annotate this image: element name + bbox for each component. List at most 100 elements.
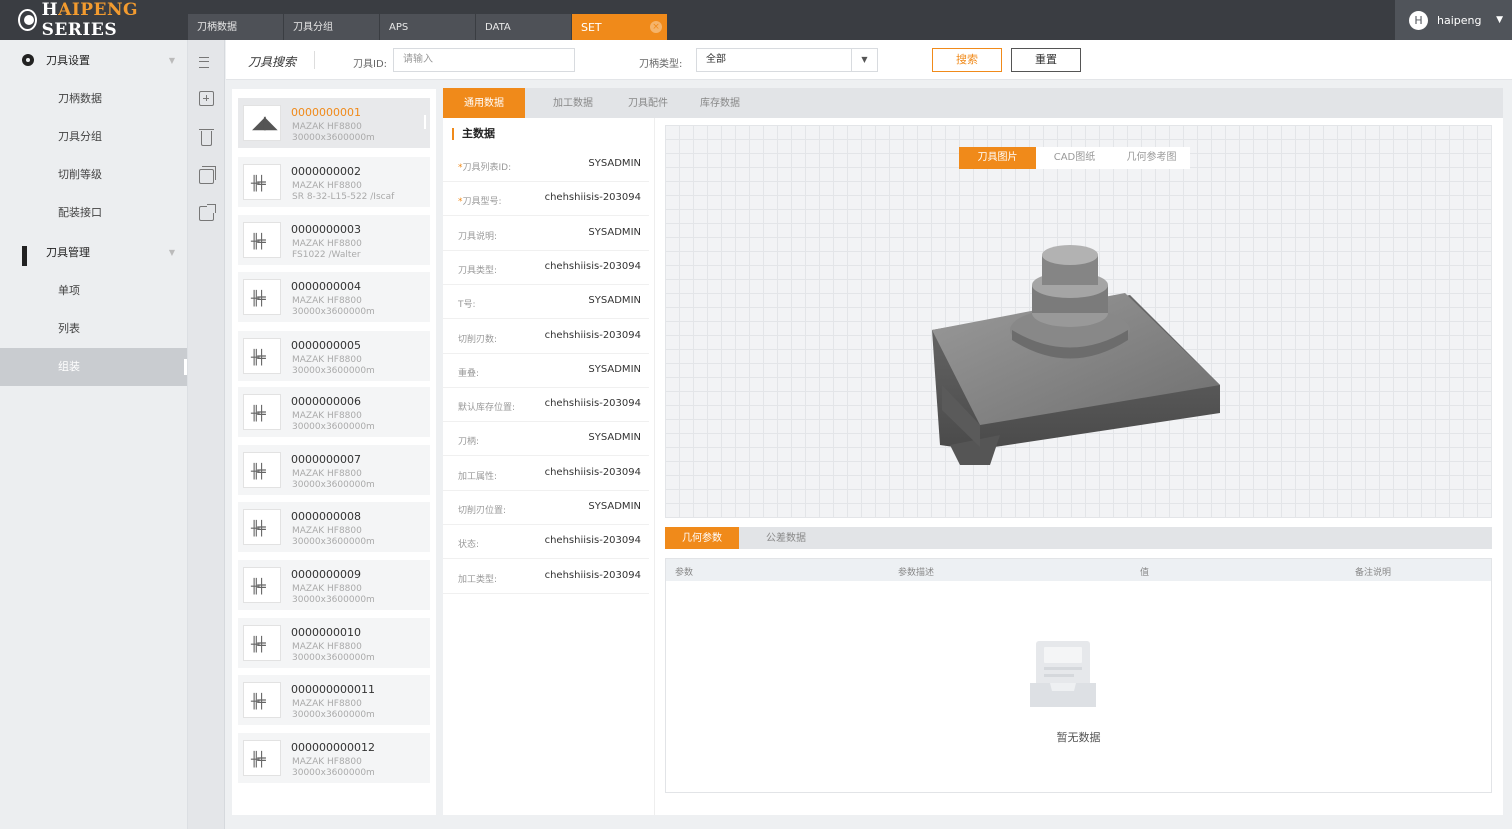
module-tabs: 刀柄数据 刀具分组 APS DATA SET × (188, 14, 668, 40)
tool-spec: MAZAK HF8800 (292, 122, 362, 132)
tool-code: 0000000001 (291, 106, 361, 119)
avatar: H (1409, 10, 1428, 30)
search-title: 刀具搜索 (248, 55, 297, 69)
field-label: 状态: (458, 540, 480, 551)
menu-collapse-icon[interactable] (199, 55, 214, 70)
table-header: 参数 参数描述 值 备注说明 (666, 559, 1491, 581)
list-item[interactable]: ╫╪ 000000000011 MAZAK HF8800 30000x3600000m (238, 675, 430, 725)
sidebar-item-assembly[interactable]: 组装 (0, 348, 187, 386)
tool-image-viewer[interactable]: 刀具图片 CAD图纸 几何参考图 (665, 125, 1492, 518)
tool-icon: ╫╪ (251, 579, 266, 595)
list-item[interactable]: ╫╪ 0000000002 MAZAK HF8800 SR 8-32-L15-522 … (238, 157, 430, 207)
tab-tool-image[interactable]: 刀具图片 (959, 147, 1036, 169)
field-label: 加工类型: (458, 574, 498, 585)
tool-thumbnail: ╫╪ (243, 394, 281, 430)
sidebar-group-tool-management[interactable]: 刀具管理 ▼ (0, 232, 187, 272)
field-value: SYSADMIN (588, 363, 641, 375)
field-row: 刀具说明: SYSADMIN (443, 217, 649, 251)
tab-general-data[interactable]: 通用数据 (443, 88, 525, 118)
list-item[interactable]: ╫╪ 0000000005 MAZAK HF8800 30000x3600000m (238, 331, 430, 381)
sidebar-item-cutting-grade[interactable]: 切削等级 (0, 156, 187, 194)
tool-code: 0000000002 (291, 165, 361, 178)
tool-code: 0000000010 (291, 626, 361, 639)
user-menu[interactable]: H haipeng ▼ (1395, 0, 1512, 40)
tab-tolerance-data[interactable]: 公差数据 (749, 527, 823, 549)
field-value: SYSADMIN (588, 295, 641, 307)
tool-icon: ╫╪ (251, 176, 266, 192)
tool-thumbnail: ╫╪ (243, 625, 281, 661)
sidebar-item-list[interactable]: 列表 (0, 310, 187, 348)
list-item[interactable]: ╫╪ 0000000009 MAZAK HF8800 30000x3600000m (238, 560, 430, 610)
list-item[interactable]: ╫╪ 0000000006 MAZAK HF8800 30000x3600000m (238, 387, 430, 437)
field-row: 刀具类型: chehshiisis-203094 (443, 251, 649, 285)
tool-spec: MAZAK HF8800 (292, 411, 362, 421)
tool-id-input[interactable]: 请输入 (393, 48, 575, 72)
logo-emblem-icon (18, 9, 37, 31)
field-value: chehshiisis-203094 (544, 329, 641, 341)
sidebar-item-holder-data[interactable]: 刀柄数据 (0, 80, 187, 118)
tab-aps[interactable]: APS (380, 14, 475, 40)
tool-icon: ╫╪ (251, 694, 266, 710)
search-button[interactable]: 搜索 (932, 48, 1002, 72)
tool-thumbnail: ╫╪ (243, 222, 281, 258)
tool-spec: 30000x3600000m (292, 537, 375, 547)
tool-thumbnail: ╫╪ (243, 740, 281, 776)
column-header: 参数 (675, 568, 694, 578)
list-item[interactable]: ╫╪ 000000000012 MAZAK HF8800 30000x3600000m (238, 733, 430, 783)
tab-set-label: SET (581, 21, 602, 34)
sidebar-group-label: 刀具设置 (46, 54, 90, 67)
trash-icon[interactable] (199, 129, 214, 146)
tool-code: 0000000008 (291, 510, 361, 523)
tool-icon: ╫╪ (251, 464, 266, 480)
copy-icon[interactable] (199, 166, 216, 184)
field-label: *刀具型号: (458, 197, 502, 208)
field-row: 重叠: SYSADMIN (443, 354, 649, 388)
tool-thumbnail: ╫╪ (243, 338, 281, 374)
tab-tool-accessories[interactable]: 刀具配件 (613, 88, 683, 118)
tab-geometry-params[interactable]: 几何参数 (665, 527, 739, 549)
tab-tool-holder-data[interactable]: 刀柄数据 (188, 14, 283, 40)
divider (654, 118, 655, 815)
holder-type-select[interactable]: 全部 ▼ (696, 48, 878, 72)
brand-name: HAIPENG SERIES (41, 0, 139, 40)
tool-icon: ╫╪ (251, 752, 266, 768)
list-item[interactable]: ╫╪ 0000000008 MAZAK HF8800 30000x3600000m (238, 502, 430, 552)
tool-thumbnail: ◢◣ (243, 105, 281, 141)
tab-data[interactable]: DATA (476, 14, 571, 40)
tab-inventory-data[interactable]: 库存数据 (685, 88, 755, 118)
column-header: 值 (1140, 568, 1150, 578)
close-icon[interactable]: × (650, 21, 662, 33)
list-item[interactable]: ╫╪ 0000000007 MAZAK HF8800 30000x3600000m (238, 445, 430, 495)
sidebar-group-label: 刀具管理 (46, 246, 90, 259)
field-row: *刀具列表ID: SYSADMIN (443, 148, 649, 182)
action-toolbar (188, 40, 225, 829)
tab-tool-group[interactable]: 刀具分组 (284, 14, 379, 40)
search-bar: 刀具搜索 刀具ID: 请输入 刀柄类型: 全部 ▼ 搜索 重置 (226, 40, 1512, 80)
sidebar-item-tool-group[interactable]: 刀具分组 (0, 118, 187, 156)
field-row: 切削刃数: chehshiisis-203094 (443, 320, 649, 354)
list-item[interactable]: ╫╪ 0000000004 MAZAK HF8800 30000x3600000m (238, 272, 430, 322)
list-item[interactable]: ╫╪ 0000000010 MAZAK HF8800 30000x3600000m (238, 618, 430, 668)
sidebar-group-tool-settings[interactable]: 刀具设置 ▼ (0, 40, 187, 80)
tab-machining-data[interactable]: 加工数据 (533, 88, 613, 118)
brand-logo[interactable]: HAIPENG SERIES (0, 0, 186, 40)
tab-set[interactable]: SET × (572, 14, 667, 40)
export-icon[interactable] (199, 204, 216, 221)
add-icon[interactable] (199, 91, 214, 106)
tool-code: 0000000007 (291, 453, 361, 466)
field-row: T号: SYSADMIN (443, 285, 649, 320)
list-item[interactable]: ◢◣ 0000000001 MAZAK HF8800 30000x3600000m (238, 98, 430, 148)
list-item[interactable]: ╫╪ 0000000003 MAZAK HF8800 FS1022 /Walter (238, 215, 430, 265)
sidebar-item-single[interactable]: 单项 (0, 272, 187, 310)
field-value: SYSADMIN (588, 226, 641, 238)
tool-icon: ╫╪ (251, 521, 266, 537)
tool-spec: 30000x3600000m (292, 366, 375, 376)
tab-cad-drawing[interactable]: CAD图纸 (1036, 147, 1113, 169)
sidebar-item-interface[interactable]: 配装接口 (0, 194, 187, 232)
field-row: 刀柄: SYSADMIN (443, 422, 649, 457)
field-label: 重叠: (458, 368, 480, 379)
tab-geometry-reference[interactable]: 几何参考图 (1113, 147, 1190, 169)
holder-type-value: 全部 (706, 54, 726, 65)
reset-button[interactable]: 重置 (1011, 48, 1081, 72)
chevron-down-icon: ▼ (1496, 15, 1503, 25)
